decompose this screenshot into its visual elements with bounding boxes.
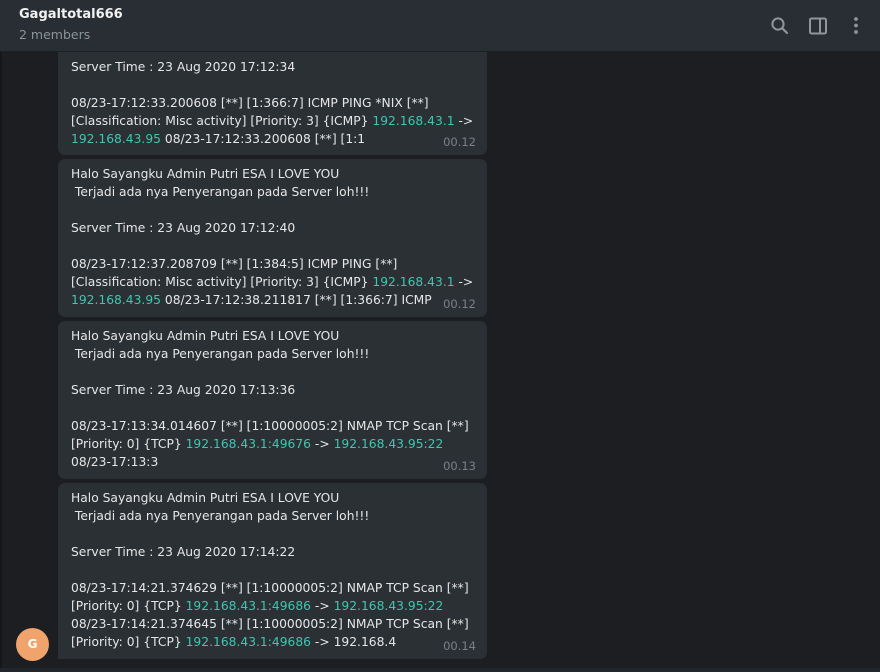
ip-link[interactable]: 192.168.43.1 [372, 275, 454, 289]
message-bubble[interactable]: Server Time : 23 Aug 2020 17:12:34 08/23… [58, 52, 487, 155]
chat-title[interactable]: Gagaltotal666 [19, 7, 123, 22]
message-time: 00.14 [443, 639, 476, 653]
log-line: 08/23-17:12:37.208709 [**] [1:384:5] ICM… [71, 257, 398, 271]
message-time: 00.12 [443, 297, 476, 311]
greeting-line: Halo Sayangku Admin Putri ESA I LOVE YOU [71, 329, 340, 343]
chat-window: Gagaltotal666 2 members Server Time: 23… [0, 0, 880, 672]
log-line: [Priority: 0] {TCP} 192.168.43.1:49686 -… [71, 633, 474, 651]
log-line: [Priority: 0] {TCP} 192.168.43.1:49686 -… [71, 597, 474, 615]
log-text: [Priority: 0] {TCP} [71, 599, 186, 613]
log-line: [Classification: Misc activity] [Priorit… [71, 112, 474, 130]
log-text: -> [454, 275, 474, 289]
ip-link[interactable]: 192.168.43.95 [71, 293, 161, 307]
log-line: [Priority: 0] {TCP} 192.168.43.1:49676 -… [71, 435, 474, 453]
log-text: -> [311, 599, 334, 613]
log-line: 08/23-17:14:21.374629 [**] [1:10000005:2… [71, 581, 469, 595]
ip-link[interactable]: 192.168.43.95:22 [334, 437, 444, 451]
log-text: [Priority: 0] {TCP} [71, 437, 186, 451]
log-line: 192.168.43.95 08/23-17:12:38.211817 [**]… [71, 291, 474, 309]
log-line: 08/23-17:13:3 [71, 455, 159, 469]
log-text: [Priority: 0] {TCP} [71, 635, 186, 649]
message-time: 00.12 [443, 135, 476, 149]
server-time-line: Server Time : 23 Aug 2020 17:14:22 [71, 545, 296, 559]
log-text: -> 192.168.4 [311, 635, 397, 649]
server-time-line: Server Time : 23 Aug 2020 17:12:40 [71, 221, 296, 235]
server-time-line: Server Time : 23 Aug 2020 17:13:36 [71, 383, 296, 397]
message-bubble[interactable]: Halo Sayangku Admin Putri ESA I LOVE YOU… [58, 321, 487, 479]
more-vertical-icon [854, 17, 858, 34]
alert-line: Terjadi ada nya Penyerangan pada Server … [71, 185, 370, 199]
message-list[interactable]: Server Time : 23 Aug 2020 17:12:34 08/23… [0, 52, 880, 672]
alert-line: Terjadi ada nya Penyerangan pada Server … [71, 347, 370, 361]
search-button[interactable] [767, 13, 793, 39]
more-options-button[interactable] [843, 13, 869, 39]
message-bubble[interactable]: Halo Sayangku Admin Putri ESA I LOVE YOU… [58, 159, 487, 317]
log-line: 192.168.43.95 08/23-17:12:33.200608 [**]… [71, 130, 474, 148]
ip-link[interactable]: 192.168.43.95 [71, 132, 161, 146]
server-time-line: Server Time : 23 Aug 2020 17:12:34 [71, 60, 296, 74]
ip-link[interactable]: 192.168.43.1:49686 [186, 599, 311, 613]
side-panel-icon [809, 17, 827, 35]
log-text: [Classification: Misc activity] [Priorit… [71, 114, 373, 128]
log-line: 08/23-17:13:34.014607 [**] [1:10000005:2… [71, 419, 469, 433]
sender-avatar[interactable]: G [16, 628, 49, 661]
member-count[interactable]: 2 members [19, 27, 90, 42]
log-text: -> [311, 437, 334, 451]
alert-line: Terjadi ada nya Penyerangan pada Server … [71, 509, 370, 523]
ip-link[interactable]: 192.168.43.1:49686 [186, 635, 311, 649]
log-line: [Classification: Misc activity] [Priorit… [71, 273, 474, 291]
message-time: 00.13 [443, 459, 476, 473]
log-text: 08/23-17:12:38.211817 [**] [1:366:7] ICM… [160, 293, 432, 307]
log-text: -> [454, 114, 474, 128]
ip-link[interactable]: 192.168.43.95:22 [334, 599, 444, 613]
composer-edge [0, 668, 880, 672]
log-text: [Classification: Misc activity] [Priorit… [71, 275, 373, 289]
greeting-line: Halo Sayangku Admin Putri ESA I LOVE YOU [71, 167, 340, 181]
toggle-side-panel-button[interactable] [805, 13, 831, 39]
greeting-line: Halo Sayangku Admin Putri ESA I LOVE YOU [71, 491, 340, 505]
log-text: 08/23-17:12:33.200608 [**] [1:1 [160, 132, 366, 146]
search-icon [771, 17, 789, 35]
ip-link[interactable]: 192.168.43.1:49676 [186, 437, 311, 451]
log-line: 08/23-17:14:21.374645 [**] [1:10000005:2… [71, 617, 469, 631]
log-line: 08/23-17:12:33.200608 [**] [1:366:7] ICM… [71, 96, 429, 110]
ip-link[interactable]: 192.168.43.1 [372, 114, 454, 128]
message-bubble[interactable]: Halo Sayangku Admin Putri ESA I LOVE YOU… [58, 483, 487, 659]
chat-header: Gagaltotal666 2 members [0, 0, 880, 52]
